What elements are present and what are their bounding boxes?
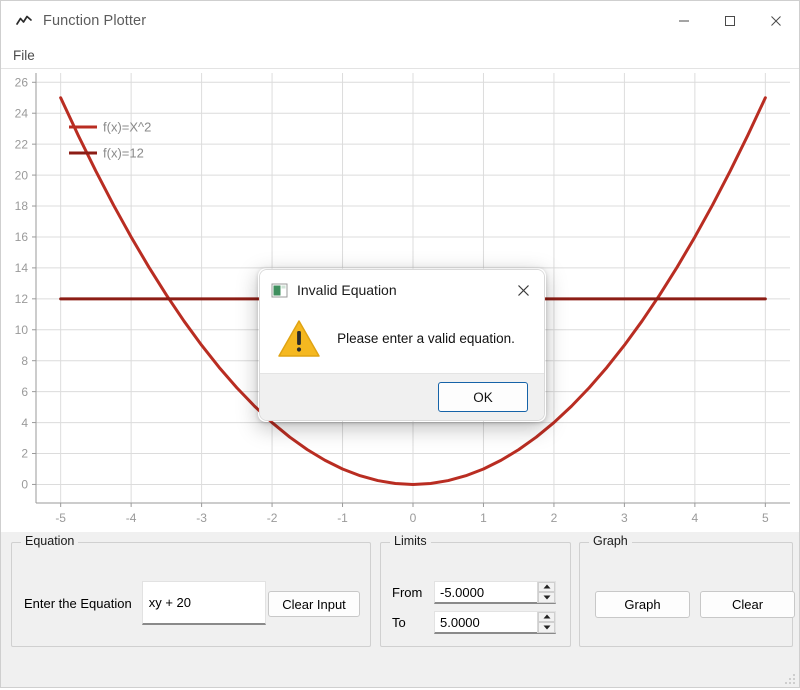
limits-groupbox: Limits From -5.0000 To 5.0000 [380,534,571,647]
graph-button[interactable]: Graph [595,591,690,618]
limits-group-title: Limits [390,534,431,548]
limit-to-label: To [392,615,406,630]
equation-row: Enter the Equation xy + 20 [24,581,266,625]
minimize-button[interactable] [661,1,707,41]
menubar: File [1,42,799,69]
dialog-footer: OK [260,373,544,420]
limit-to-row: To 5.0000 [392,611,556,634]
dialog-body: Please enter a valid equation. [260,310,544,373]
line-chart-icon [15,12,33,30]
svg-text:10: 10 [15,323,29,337]
svg-text:2: 2 [551,511,558,525]
dialog-ok-button[interactable]: OK [438,382,528,412]
svg-text:26: 26 [15,75,29,89]
svg-text:4: 4 [21,416,28,430]
equation-group-title: Equation [21,534,79,548]
clear-button[interactable]: Clear [700,591,795,618]
svg-text:5: 5 [762,511,769,525]
svg-text:8: 8 [21,354,28,368]
svg-text:3: 3 [621,511,628,525]
invalid-equation-dialog: Invalid Equation Please enter a valid eq… [259,269,545,421]
window-controls [661,1,799,41]
dialog-close-icon[interactable] [502,270,544,310]
limit-from-step-up-icon[interactable] [538,581,555,592]
window-titlebar: Function Plotter [1,1,799,42]
menu-item-file[interactable]: File [3,46,45,65]
limit-to-step-down-icon[interactable] [538,622,555,633]
limit-from-row: From -5.0000 [392,581,556,604]
svg-text:-3: -3 [196,511,207,525]
svg-text:2: 2 [21,447,28,461]
svg-text:20: 20 [15,168,29,182]
dialog-message: Please enter a valid equation. [337,331,515,346]
svg-text:4: 4 [692,511,699,525]
window-title: Function Plotter [43,13,147,29]
limit-from-label: From [392,585,423,600]
svg-text:22: 22 [15,137,29,151]
maximize-button[interactable] [707,1,753,41]
limit-to-step-up-icon[interactable] [538,611,555,622]
svg-text:6: 6 [21,385,28,399]
limit-to-stepper [537,611,555,633]
dialog-titlebar: Invalid Equation [260,270,544,310]
svg-text:f(x)=12: f(x)=12 [103,146,144,161]
svg-text:16: 16 [15,230,29,244]
svg-text:12: 12 [15,292,29,306]
equation-groupbox: Equation Enter the Equation xy + 20 Clea… [11,534,371,647]
controls-panel: Equation Enter the Equation xy + 20 Clea… [1,532,799,687]
svg-text:14: 14 [15,261,29,275]
svg-text:18: 18 [15,199,29,213]
equation-input[interactable]: xy + 20 [141,581,266,625]
limit-from-spinbox[interactable]: -5.0000 [434,581,556,604]
svg-text:-4: -4 [126,511,137,525]
limit-to-value[interactable]: 5.0000 [435,615,537,630]
svg-text:f(x)=X^2: f(x)=X^2 [103,120,151,135]
svg-text:-1: -1 [337,511,348,525]
limit-from-value[interactable]: -5.0000 [435,585,537,600]
svg-text:0: 0 [21,478,28,492]
app-window-icon [271,282,288,299]
close-button[interactable] [753,1,799,41]
dialog-title: Invalid Equation [297,282,397,298]
graph-groupbox: Graph Graph Clear [579,534,795,647]
equation-input-label: Enter the Equation [24,595,132,611]
svg-text:24: 24 [15,106,29,120]
limit-from-stepper [537,581,555,603]
limit-to-spinbox[interactable]: 5.0000 [434,611,556,634]
resize-grip[interactable] [784,672,796,684]
graph-group-title: Graph [589,534,632,548]
svg-text:0: 0 [410,511,417,525]
warning-triangle-icon [276,316,322,362]
svg-text:-2: -2 [267,511,278,525]
svg-text:-5: -5 [55,511,66,525]
limit-from-step-down-icon[interactable] [538,592,555,603]
svg-text:1: 1 [480,511,487,525]
clear-input-button[interactable]: Clear Input [268,591,360,617]
